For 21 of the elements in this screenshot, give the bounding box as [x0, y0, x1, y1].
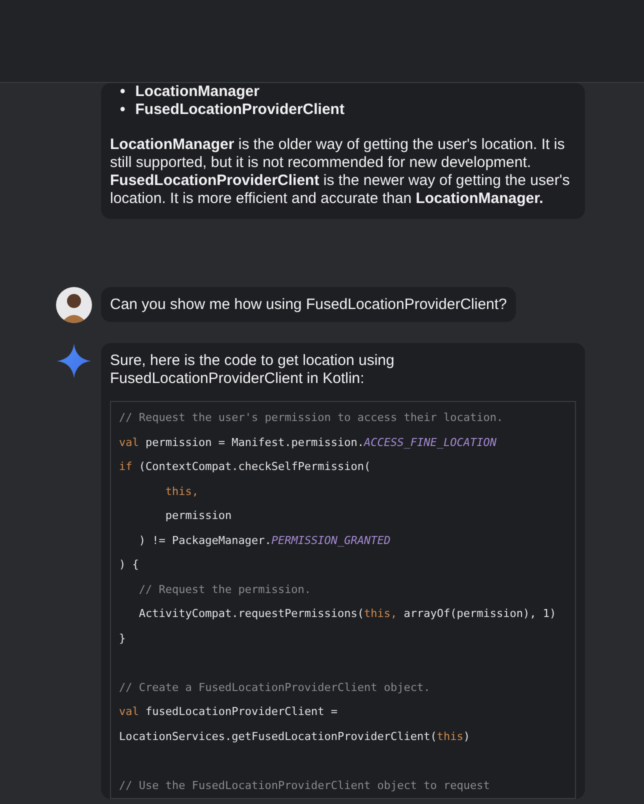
response-text: LocationManager is the older way of getting the user's location. It is still supported, but it is not recommended for new development. FusedLocationProviderClient is the newer way of getting the user's location. It is more efficient and accurate than LocationManager. — [110, 136, 571, 208]
code-line: // Request the permission. — [138, 582, 312, 598]
code-line: ) { — [119, 557, 140, 573]
bullet-marker: • — [120, 83, 126, 101]
code-line: LocationServices.getFusedLocationProviderClient(this) — [119, 728, 472, 744]
code-line: // Create a FusedLocationProviderClient object. — [119, 680, 432, 696]
code-line: // Use the FusedLocationProviderClient object to request — [119, 778, 491, 794]
code-line: } — [119, 630, 127, 646]
code-line: val fusedLocationProviderClient = — [119, 704, 339, 720]
bullet-marker: • — [120, 101, 126, 119]
list-item: FusedLocationProviderClient — [135, 101, 344, 119]
response-text: Sure, here is the code to get location using FusedLocationProviderClient in Kotlin: — [110, 352, 396, 388]
code-line: ActivityCompat.requestPermissions(this, arrayOf(permission), 1) — [138, 606, 558, 622]
code-line: this, — [164, 484, 200, 500]
code-line: if (ContextCompat.checkSelfPermission( — [119, 459, 372, 475]
list-item: LocationManager — [135, 83, 260, 101]
code-line: val permission = Manifest.permission.ACCESS_FINE_LOCATION — [119, 434, 498, 451]
code-line: // Request the user's permission to access their location. — [119, 410, 504, 426]
message-text: Can you show me how using FusedLocationProviderClient? — [110, 296, 507, 314]
code-line: ) != PackageManager.PERMISSION_GRANTED — [138, 532, 392, 549]
code-line: permission — [164, 508, 233, 524]
